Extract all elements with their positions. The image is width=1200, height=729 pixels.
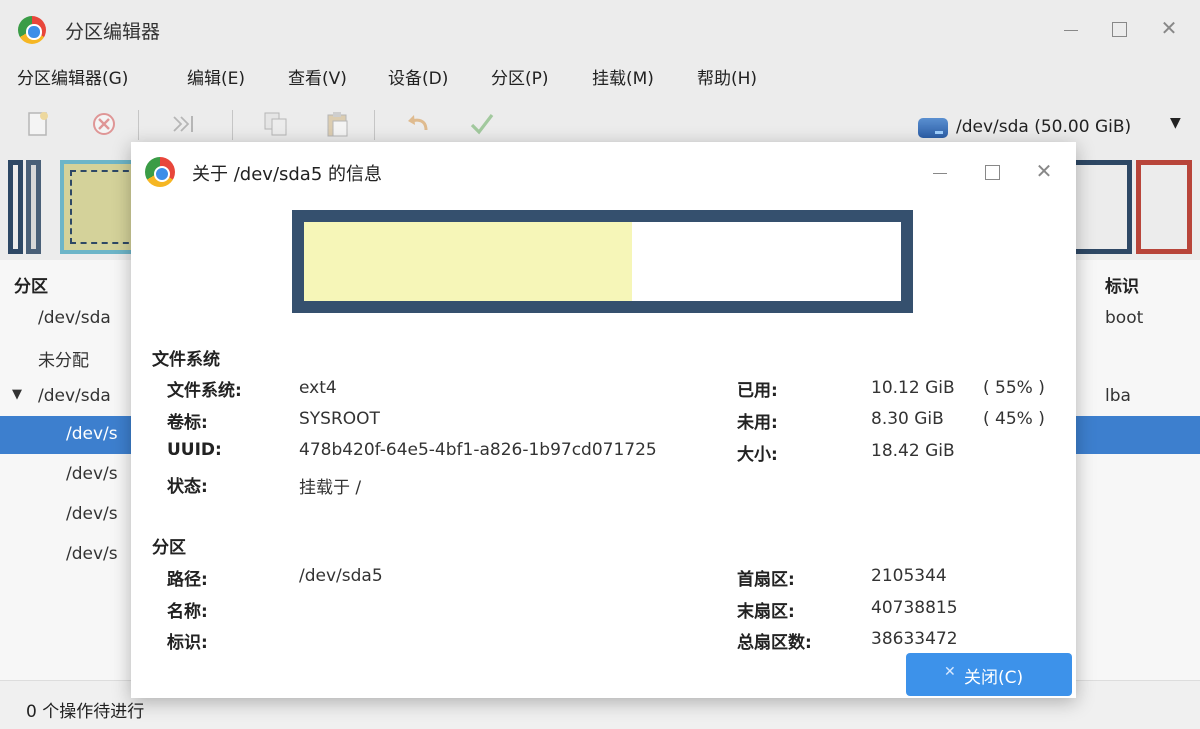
menu-mount[interactable]: 挂载(M)	[592, 64, 654, 89]
menu-device[interactable]: 设备(D)	[388, 64, 448, 89]
partition-device: /dev/s	[66, 504, 118, 524]
dialog-minimize-button[interactable]	[927, 159, 953, 185]
used-space-fill	[304, 222, 633, 301]
hard-disk-icon	[918, 118, 948, 138]
check-icon[interactable]	[468, 110, 496, 138]
usage-graph-track	[304, 222, 901, 301]
device-label: /dev/sda (50.00 GiB)	[956, 117, 1132, 137]
partition-device: /dev/sda	[38, 308, 111, 328]
partition-device: /dev/sda	[38, 386, 111, 406]
expander-arrow-icon[interactable]: ▼	[12, 387, 22, 402]
menu-partition[interactable]: 分区(P)	[491, 64, 549, 89]
partition-device: /dev/s	[66, 544, 118, 564]
used-value: 10.12 GiB	[871, 378, 955, 398]
filesystem-section-title: 文件系统	[152, 350, 220, 370]
toolbar-separator	[232, 110, 233, 140]
close-icon: ✕	[944, 664, 956, 680]
new-icon[interactable]	[24, 110, 52, 138]
partition-device: 未分配	[38, 351, 89, 371]
partition-device: /dev/s	[66, 464, 118, 484]
path-label: 路径:	[167, 570, 208, 590]
unused-label: 未用:	[737, 413, 778, 433]
first-sector-value: 2105344	[871, 566, 947, 586]
paste-icon[interactable]	[324, 110, 352, 138]
minimize-button[interactable]	[1058, 16, 1084, 42]
close-dialog-button[interactable]: ✕ 关闭(C)	[906, 653, 1072, 696]
uuid-value: 478b420f-64e5-4bf1-a826-1b97cd071725	[299, 440, 657, 460]
dialog-title: 关于 /dev/sda5 的信息	[192, 164, 383, 185]
column-header-partition[interactable]: 分区	[14, 272, 48, 297]
delete-icon[interactable]	[90, 110, 118, 138]
maximize-button[interactable]	[1106, 16, 1132, 42]
window-titlebar: 分区编辑器 ✕	[0, 0, 1200, 58]
volume-label-value: SYSROOT	[299, 409, 380, 429]
partition-device: /dev/s	[66, 424, 118, 444]
partition-map-segment[interactable]	[1076, 160, 1132, 254]
pending-operations-status: 0 个操作待进行	[26, 702, 145, 722]
device-selector[interactable]: /dev/sda (50.00 GiB) ▼	[912, 112, 1200, 146]
partition-flags: lba	[1105, 386, 1131, 406]
size-value: 18.42 GiB	[871, 441, 955, 461]
used-percent: ( 55% )	[983, 378, 1045, 398]
usage-graph	[292, 210, 913, 313]
status-label: 状态:	[167, 477, 208, 497]
filesystem-label: 文件系统:	[167, 381, 242, 401]
copy-icon[interactable]	[262, 110, 290, 138]
dialog-maximize-button[interactable]	[979, 159, 1005, 185]
partition-info-dialog: 关于 /dev/sda5 的信息 ✕ 文件系统 文件系统: ext4 卷标: S…	[131, 142, 1076, 698]
menubar: 分区编辑器(G) 编辑(E) 查看(V) 设备(D) 分区(P) 挂载(M) 帮…	[0, 58, 1200, 96]
first-sector-label: 首扇区:	[737, 570, 795, 590]
partition-map-segment[interactable]	[8, 160, 23, 254]
partition-flags: boot	[1105, 308, 1144, 328]
size-label: 大小:	[737, 445, 778, 465]
undo-icon[interactable]	[404, 110, 432, 138]
app-icon	[145, 157, 175, 187]
uuid-label: UUID:	[167, 440, 222, 460]
partition-map-segment[interactable]	[26, 160, 41, 254]
unused-percent: ( 45% )	[983, 409, 1045, 429]
column-header-flags[interactable]: 标识	[1105, 272, 1139, 297]
menu-help[interactable]: 帮助(H)	[697, 64, 757, 89]
last-sector-value: 40738815	[871, 598, 958, 618]
last-sector-label: 末扇区:	[737, 602, 795, 622]
filesystem-value: ext4	[299, 378, 337, 398]
apply-icon[interactable]	[170, 110, 198, 138]
total-sectors-label: 总扇区数:	[737, 633, 812, 653]
flags-label: 标识:	[167, 633, 208, 653]
toolbar-separator	[374, 110, 375, 140]
close-window-button[interactable]: ✕	[1156, 15, 1182, 41]
partition-map-segment[interactable]	[1136, 160, 1192, 254]
toolbar-separator	[138, 110, 139, 140]
used-label: 已用:	[737, 381, 778, 401]
menu-edit[interactable]: 编辑(E)	[187, 64, 245, 89]
menu-view[interactable]: 查看(V)	[288, 64, 347, 89]
name-label: 名称:	[167, 602, 208, 622]
path-value: /dev/sda5	[299, 566, 383, 586]
dialog-close-icon[interactable]: ✕	[1031, 158, 1057, 184]
total-sectors-value: 38633472	[871, 629, 958, 649]
dialog-titlebar: 关于 /dev/sda5 的信息 ✕	[131, 142, 1076, 202]
app-icon	[18, 16, 46, 44]
chevron-down-icon: ▼	[1170, 115, 1181, 131]
window-title: 分区编辑器	[65, 21, 161, 43]
unused-value: 8.30 GiB	[871, 409, 944, 429]
volume-label-label: 卷标:	[167, 413, 208, 433]
close-button-label: 关闭(C)	[964, 668, 1024, 688]
partition-section-title: 分区	[152, 538, 186, 558]
status-value: 挂载于 /	[299, 478, 362, 498]
menu-gparted[interactable]: 分区编辑器(G)	[17, 64, 128, 89]
